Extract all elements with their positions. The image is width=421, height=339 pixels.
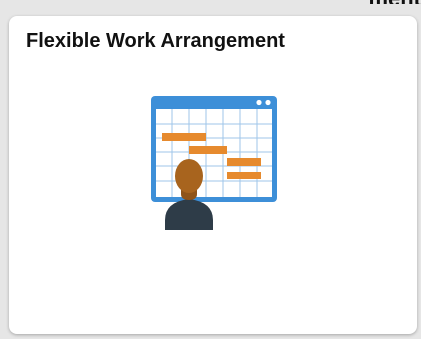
person-head [175, 159, 203, 193]
gantt-bar-3 [227, 158, 261, 166]
tile-title: Flexible Work Arrangement [26, 30, 285, 52]
gantt-bar-1 [162, 133, 206, 141]
flexible-work-arrangement-tile[interactable]: Flexible Work Arrangement [9, 16, 417, 334]
person-body [165, 199, 213, 230]
gantt-bar-2 [189, 146, 227, 154]
calendar-gantt-person-icon [151, 96, 277, 230]
window-dot-1 [256, 99, 262, 106]
cutoff-heading-text: ment [349, 0, 421, 4]
window-dot-2 [265, 99, 271, 106]
gantt-bar-4 [227, 172, 261, 179]
